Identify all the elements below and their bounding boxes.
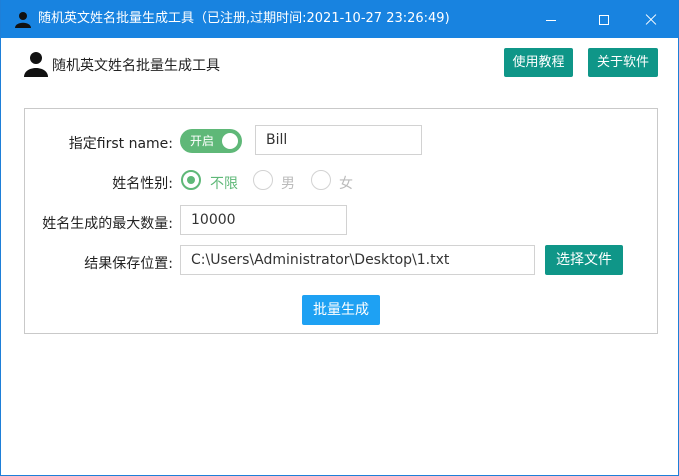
gender-option-male[interactable]: 男 <box>281 173 295 193</box>
gender-radio-male[interactable] <box>253 170 273 190</box>
app-window: 随机英文姓名批量生成工具（已注册,过期时间:2021-10-27 23:26:4… <box>0 0 679 476</box>
first-name-toggle[interactable]: 开启 <box>180 129 242 153</box>
gender-label: 姓名性别: <box>112 176 173 192</box>
generate-button[interactable]: 批量生成 <box>302 295 380 325</box>
maximize-icon <box>599 15 609 25</box>
toggle-label: 开启 <box>190 134 215 148</box>
max-count-label: 姓名生成的最大数量: <box>42 216 173 232</box>
gender-option-any[interactable]: 不限 <box>210 173 238 193</box>
toggle-knob <box>222 133 238 149</box>
window-title: 随机英文姓名批量生成工具（已注册,过期时间:2021-10-27 23:26:4… <box>38 11 450 26</box>
choose-file-button[interactable]: 选择文件 <box>545 245 623 275</box>
gender-option-female[interactable]: 女 <box>339 173 353 193</box>
save-path-input[interactable]: C:\Users\Administrator\Desktop\1.txt <box>180 245 535 275</box>
save-path-label: 结果保存位置: <box>84 256 173 272</box>
minimize-button[interactable] <box>528 0 574 38</box>
title-bar[interactable]: 随机英文姓名批量生成工具（已注册,过期时间:2021-10-27 23:26:4… <box>1 0 678 38</box>
maximize-button[interactable] <box>581 0 627 38</box>
user-icon <box>15 12 31 28</box>
gender-radio-any[interactable] <box>181 170 201 190</box>
about-button[interactable]: 关于软件 <box>588 48 658 77</box>
help-button[interactable]: 使用教程 <box>504 48 573 77</box>
app-title: 随机英文姓名批量生成工具 <box>52 58 220 74</box>
close-button[interactable] <box>628 0 674 38</box>
minimize-icon <box>546 20 556 21</box>
max-count-input[interactable]: 10000 <box>180 205 347 235</box>
first-name-label: 指定first name: <box>68 136 173 152</box>
gender-radio-female[interactable] <box>311 170 331 190</box>
first-name-input[interactable]: Bill <box>255 125 422 155</box>
user-icon <box>24 52 48 77</box>
